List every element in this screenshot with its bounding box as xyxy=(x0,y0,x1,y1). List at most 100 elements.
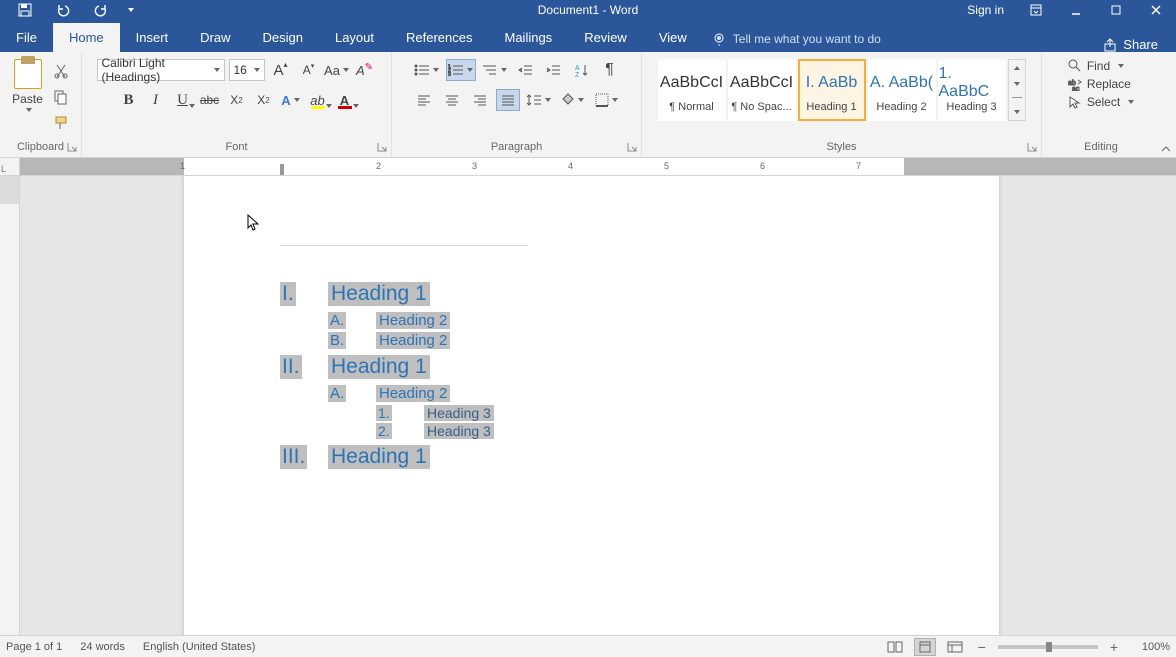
change-case-icon[interactable]: Aa xyxy=(325,59,349,81)
outline-item-level2[interactable]: B.Heading 2 xyxy=(280,332,903,349)
bullets-icon[interactable] xyxy=(412,59,442,81)
outline-text: Heading 2 xyxy=(376,332,450,349)
zoom-slider[interactable] xyxy=(998,645,1098,649)
grow-font-icon[interactable]: A▴ xyxy=(269,59,293,81)
minimize-icon[interactable] xyxy=(1056,0,1096,20)
horizontal-ruler[interactable]: 1 2 3 4 5 6 7 xyxy=(20,158,1176,176)
borders-icon[interactable] xyxy=(592,89,622,111)
read-mode-icon[interactable] xyxy=(884,638,906,656)
zoom-level[interactable]: 100% xyxy=(1130,641,1170,653)
collapse-ribbon-icon[interactable] xyxy=(1160,143,1172,155)
zoom-out-icon[interactable]: − xyxy=(974,639,990,655)
align-right-icon[interactable] xyxy=(468,89,492,111)
style-no-spacing[interactable]: AaBbCcI ¶ No Spac... xyxy=(728,59,796,121)
tab-references[interactable]: References xyxy=(390,23,488,52)
multilevel-list-icon[interactable] xyxy=(480,59,510,81)
font-color-icon[interactable]: A xyxy=(333,89,357,111)
text-effects-icon[interactable]: A xyxy=(279,89,303,111)
style-gallery-more-icon[interactable] xyxy=(1008,59,1026,121)
page-header-area[interactable] xyxy=(280,206,528,246)
paragraph-dialog-launcher-icon[interactable] xyxy=(627,142,637,152)
subscript-button[interactable]: X2 xyxy=(225,89,249,111)
tab-design[interactable]: Design xyxy=(247,23,319,52)
outline-number: 1. xyxy=(376,405,424,421)
style-normal[interactable]: AaBbCcI ¶ Normal xyxy=(658,59,726,121)
sort-icon[interactable]: AZ xyxy=(570,59,594,81)
tab-insert[interactable]: Insert xyxy=(120,23,185,52)
status-page[interactable]: Page 1 of 1 xyxy=(6,641,62,653)
shading-icon[interactable] xyxy=(558,89,588,111)
document-body[interactable]: I.Heading 1 A.Heading 2 B.Heading 2 II.Head… xyxy=(280,282,903,469)
outline-item-level1[interactable]: III.Heading 1 xyxy=(280,445,903,469)
status-language[interactable]: English (United States) xyxy=(143,641,256,653)
clipboard-dialog-launcher-icon[interactable] xyxy=(67,142,77,152)
find-button[interactable]: Find xyxy=(1068,59,1134,73)
font-dialog-launcher-icon[interactable] xyxy=(377,142,387,152)
cut-icon[interactable] xyxy=(50,61,72,81)
style-heading-3[interactable]: 1. AaBbC Heading 3 xyxy=(938,59,1006,121)
tell-me-search[interactable]: Tell me what you want to do xyxy=(713,26,881,52)
outline-item-level1[interactable]: I.Heading 1 xyxy=(280,282,903,306)
outline-item-level1[interactable]: II.Heading 1 xyxy=(280,355,903,379)
tab-selector-icon[interactable]: L xyxy=(0,158,20,176)
status-words[interactable]: 24 words xyxy=(80,641,125,653)
outline-number: B. xyxy=(328,332,376,349)
tab-view[interactable]: View xyxy=(643,23,703,52)
vertical-ruler[interactable] xyxy=(0,176,20,635)
align-center-icon[interactable] xyxy=(440,89,464,111)
tab-layout[interactable]: Layout xyxy=(319,23,390,52)
outline-number: III. xyxy=(280,445,328,469)
title-bar: Document1 - Word Sign in xyxy=(0,0,1176,20)
tab-mailings[interactable]: Mailings xyxy=(489,23,569,52)
maximize-icon[interactable] xyxy=(1096,0,1136,20)
outline-number: 2. xyxy=(376,423,424,439)
highlight-color-icon[interactable]: ab xyxy=(306,89,330,111)
select-button[interactable]: Select xyxy=(1068,95,1134,109)
style-heading-1[interactable]: I. AaBb Heading 1 xyxy=(798,59,866,121)
tab-draw[interactable]: Draw xyxy=(184,23,246,52)
style-heading-2[interactable]: A. AaBb( Heading 2 xyxy=(868,59,936,121)
line-spacing-icon[interactable] xyxy=(524,89,554,111)
align-left-icon[interactable] xyxy=(412,89,436,111)
document-scroll[interactable]: I.Heading 1 A.Heading 2 B.Heading 2 II.Head… xyxy=(20,176,1176,635)
increase-indent-icon[interactable] xyxy=(542,59,566,81)
tab-review[interactable]: Review xyxy=(568,23,643,52)
web-layout-icon[interactable] xyxy=(944,638,966,656)
paste-button[interactable]: Paste xyxy=(10,55,46,133)
outline-item-level3[interactable]: 1.Heading 3 xyxy=(280,405,903,421)
ribbon-display-options-icon[interactable] xyxy=(1016,0,1056,20)
underline-button[interactable]: U xyxy=(171,89,195,111)
zoom-in-icon[interactable]: + xyxy=(1106,639,1122,655)
sign-in-link[interactable]: Sign in xyxy=(955,3,1016,17)
copy-icon[interactable] xyxy=(50,87,72,107)
superscript-button[interactable]: X2 xyxy=(252,89,276,111)
outline-item-level3[interactable]: 2.Heading 3 xyxy=(280,423,903,439)
print-layout-icon[interactable] xyxy=(914,638,936,656)
strikethrough-button[interactable]: abc xyxy=(198,89,222,111)
decrease-indent-icon[interactable] xyxy=(514,59,538,81)
clear-formatting-icon[interactable]: A✎ xyxy=(353,59,377,81)
tab-home[interactable]: Home xyxy=(53,23,120,52)
close-icon[interactable] xyxy=(1136,0,1176,20)
tab-file[interactable]: File xyxy=(0,23,53,52)
undo-icon[interactable] xyxy=(44,0,82,20)
share-button[interactable]: Share xyxy=(1103,37,1176,52)
italic-button[interactable]: I xyxy=(144,89,168,111)
qat-customize-icon[interactable] xyxy=(120,0,138,20)
justify-icon[interactable] xyxy=(496,89,520,111)
shrink-font-icon[interactable]: A▾ xyxy=(297,59,321,81)
bold-button[interactable]: B xyxy=(117,89,141,111)
outline-item-level2[interactable]: A.Heading 2 xyxy=(280,312,903,329)
format-painter-icon[interactable] xyxy=(50,113,72,133)
group-label-styles: Styles xyxy=(642,141,1041,153)
group-label-font: Font xyxy=(82,141,391,153)
styles-dialog-launcher-icon[interactable] xyxy=(1027,142,1037,152)
font-name-combo[interactable]: Calibri Light (Headings) xyxy=(97,59,225,81)
numbering-icon[interactable]: 123 xyxy=(446,59,476,81)
replace-button[interactable]: abac Replace xyxy=(1068,77,1134,91)
redo-icon[interactable] xyxy=(82,0,120,20)
outline-item-level2[interactable]: A.Heading 2 xyxy=(280,385,903,402)
save-icon[interactable] xyxy=(6,0,44,20)
show-hide-icon[interactable]: ¶ xyxy=(598,59,622,81)
font-size-combo[interactable]: 16 xyxy=(229,59,265,81)
